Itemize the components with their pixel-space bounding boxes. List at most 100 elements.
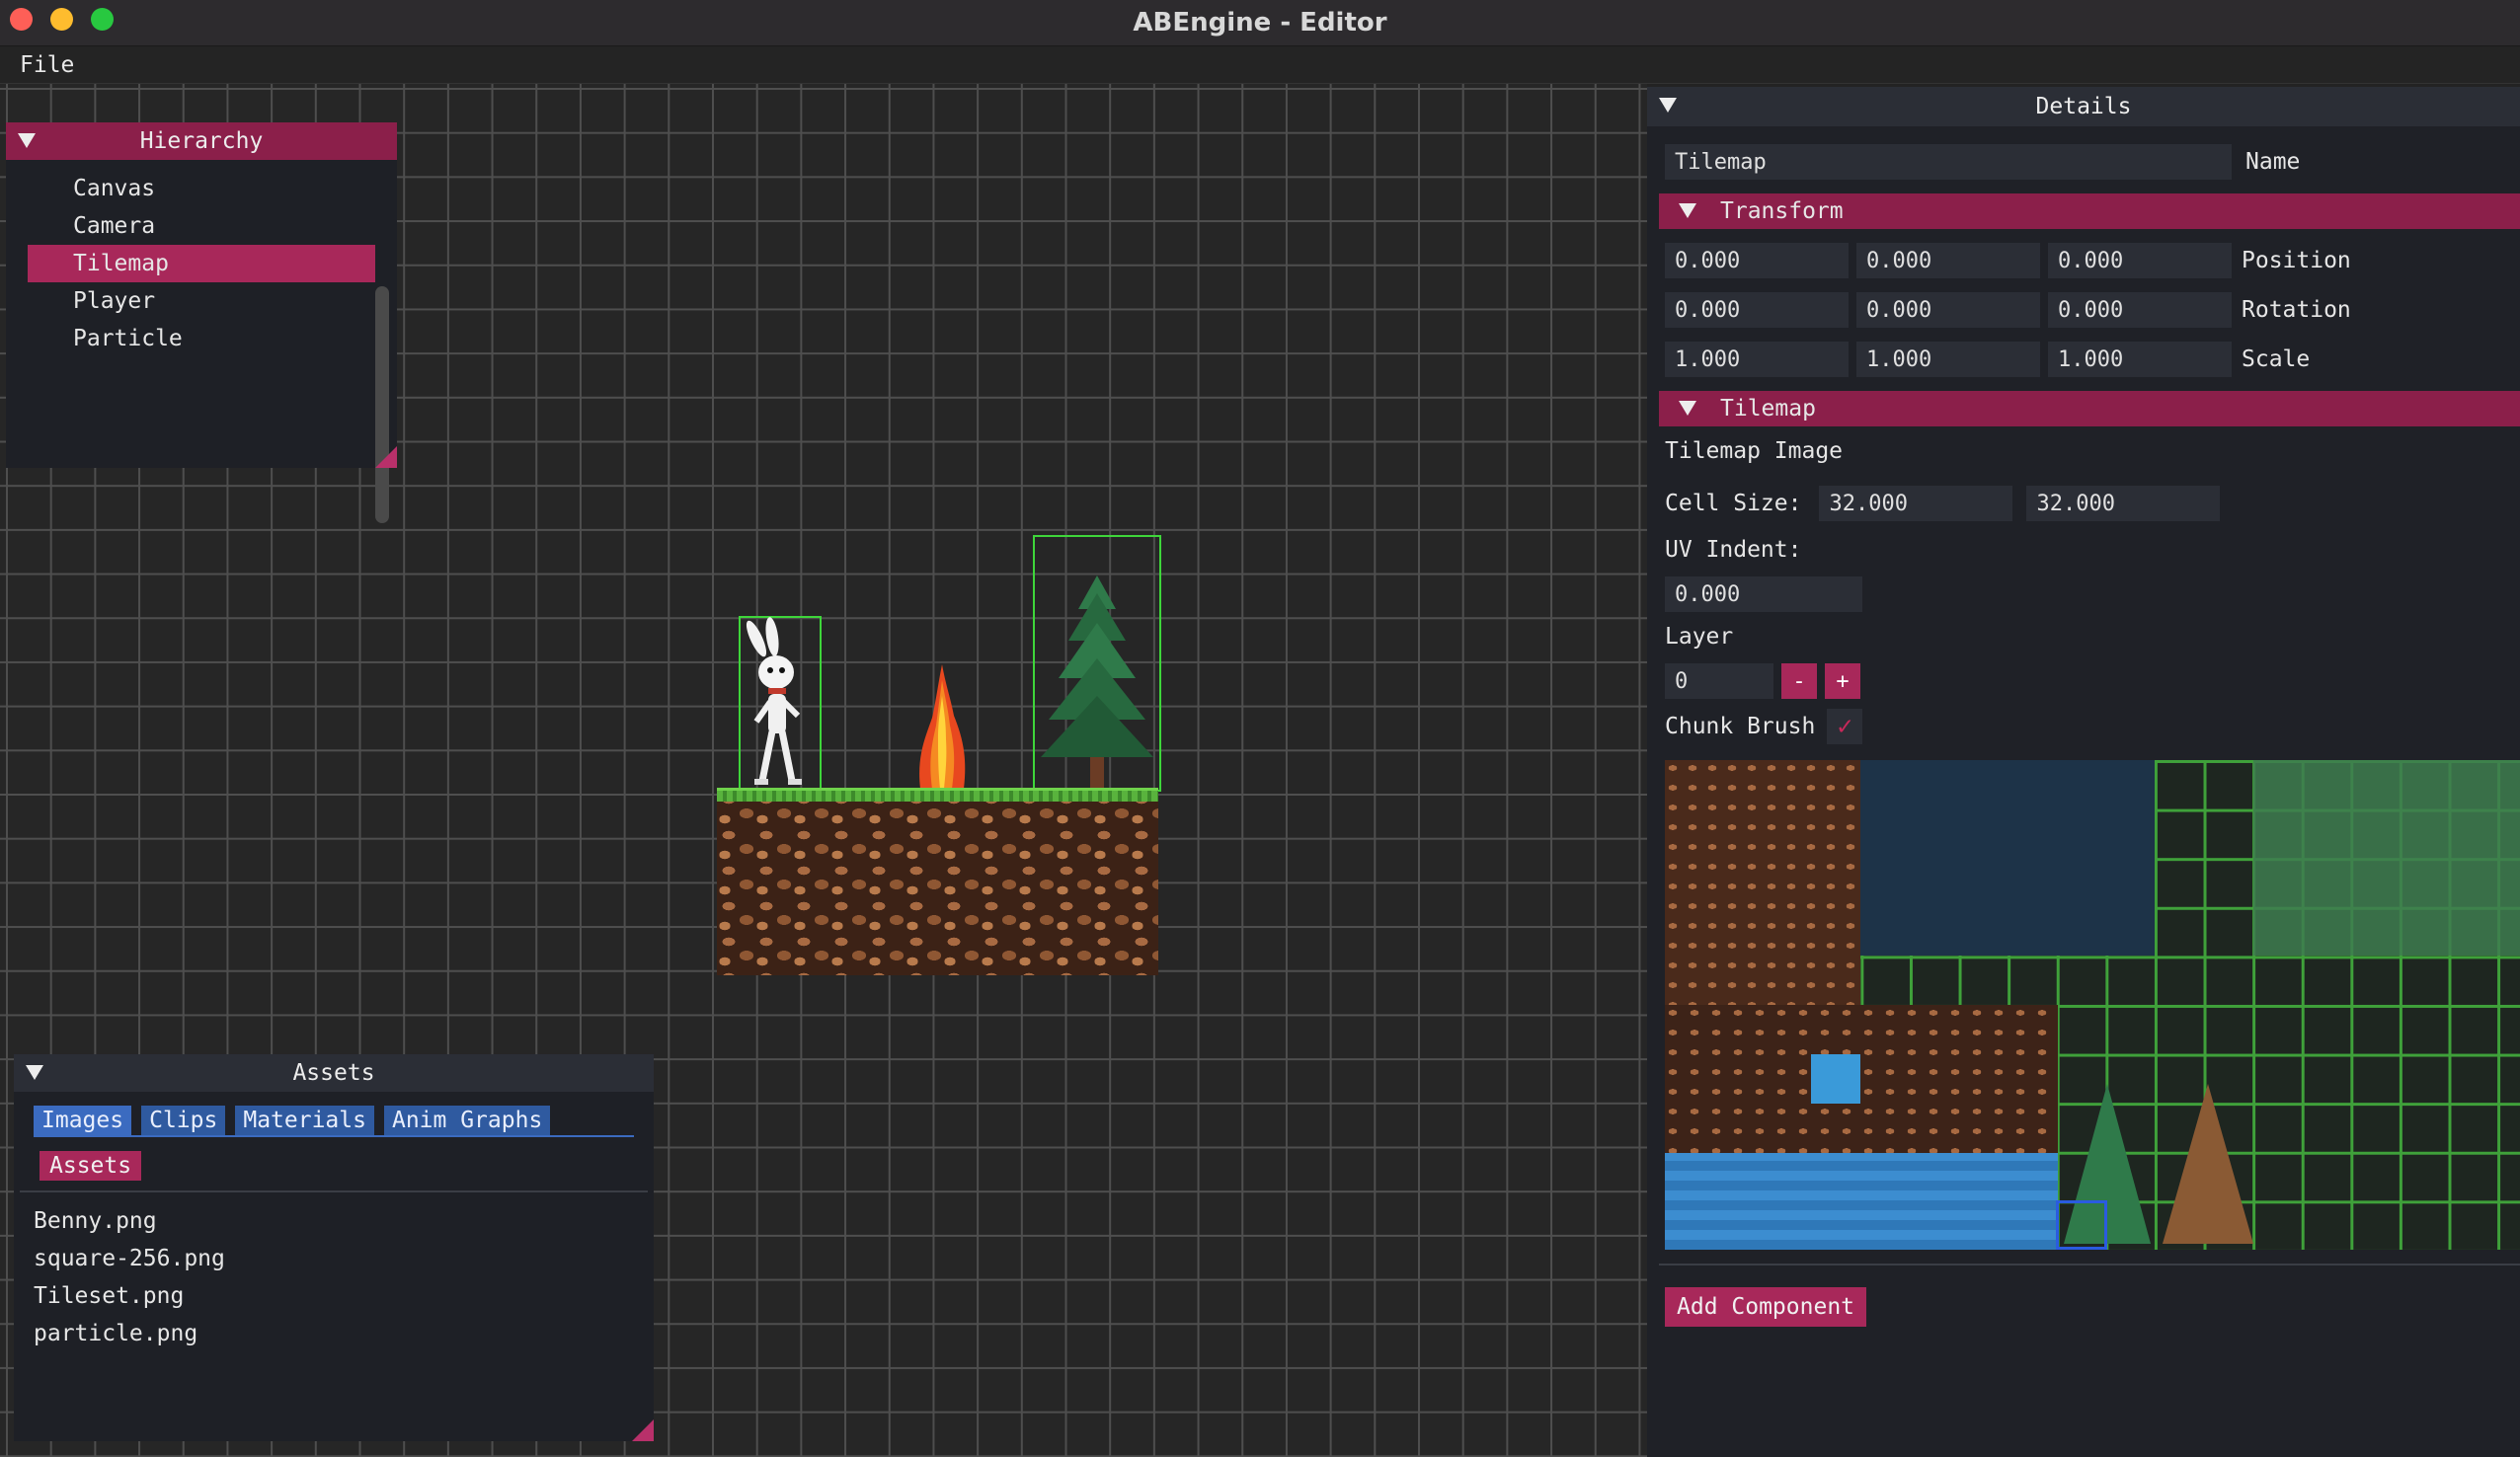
hierarchy-item-player[interactable]: Player [6,282,397,320]
tab-anim-graphs[interactable]: Anim Graphs [383,1106,551,1135]
details-title: Details [2035,94,2132,119]
uv-indent-label: UV Indent: [1665,537,1802,563]
minimize-window-button[interactable] [50,8,73,31]
hierarchy-item-camera[interactable]: Camera [6,207,397,245]
tab-clips[interactable]: Clips [141,1106,226,1135]
chunk-brush-label: Chunk Brush [1665,714,1816,739]
maximize-window-button[interactable] [91,8,114,31]
details-header[interactable]: Details [1647,87,2520,126]
position-z-field[interactable]: 0.000 [2048,243,2232,278]
tileset-water-tiles [1860,760,2155,956]
uv-indent-field[interactable]: 0.000 [1665,576,1862,612]
tab-images[interactable]: Images [34,1106,132,1135]
checkmark-icon: ✓ [1837,712,1853,741]
scale-z-field[interactable]: 1.000 [2048,342,2232,377]
transform-section-header[interactable]: Transform [1659,193,2520,229]
rotation-x-field[interactable]: 0.000 [1665,292,1849,328]
window-title: ABEngine - Editor [1133,8,1387,38]
title-bar: ABEngine - Editor [0,0,2520,46]
tab-materials[interactable]: Materials [235,1106,374,1135]
chunk-brush-checkbox[interactable]: ✓ [1827,709,1863,744]
uv-indent-row: 0.000 [1665,576,1862,612]
hierarchy-resize-grip[interactable] [375,446,397,468]
position-row: 0.000 0.000 0.000 Position [1665,243,2351,278]
position-y-field[interactable]: 0.000 [1856,243,2040,278]
name-input[interactable]: Tilemap [1665,144,2232,180]
asset-file-item[interactable]: Tileset.png [14,1277,654,1315]
breadcrumb-assets-button[interactable]: Assets [39,1151,142,1181]
tileset-rock-tiles [1665,1005,2058,1153]
asset-file-list: Benny.png square-256.png Tileset.png par… [14,1192,654,1352]
asset-file-item[interactable]: particle.png [14,1315,654,1352]
rotation-z-field[interactable]: 0.000 [2048,292,2232,328]
grass-strip [717,788,1158,802]
cell-size-y-field[interactable]: 32.000 [2026,486,2221,521]
rotation-label: Rotation [2242,297,2351,323]
assets-title: Assets [292,1060,375,1086]
assets-tab-row: Images Clips Materials Anim Graphs [14,1092,654,1135]
tileset-dirt-tiles [1665,760,1860,1005]
rotation-row: 0.000 0.000 0.000 Rotation [1665,292,2351,328]
tilemap-header-label: Tilemap [1720,396,1816,422]
cell-size-row: Cell Size: 32.000 32.000 [1665,486,2221,521]
scale-x-field[interactable]: 1.000 [1665,342,1849,377]
cell-size-x-field[interactable]: 32.000 [1819,486,2013,521]
transform-header-label: Transform [1720,198,1844,224]
hierarchy-item-particle[interactable]: Particle [6,320,397,357]
collapse-triangle-icon[interactable] [1659,98,1677,113]
tree-sprite [1041,575,1153,789]
cell-size-label: Cell Size: [1665,491,1802,516]
assets-panel: Assets Images Clips Materials Anim Graph… [14,1054,654,1441]
uv-indent-label-row: UV Indent: [1665,537,1801,563]
menu-file[interactable]: File [0,52,94,78]
layer-decrement-button[interactable]: - [1781,663,1817,699]
ground-tiles [717,790,1158,975]
scale-y-field[interactable]: 1.000 [1856,342,2040,377]
hierarchy-item-canvas[interactable]: Canvas [6,170,397,207]
chunk-brush-row: Chunk Brush ✓ [1665,709,1863,744]
tilemap-section-header[interactable]: Tilemap [1659,391,2520,426]
player-sprite [746,617,802,785]
details-divider [1659,1264,2520,1265]
assets-resize-grip[interactable] [632,1419,654,1441]
tileset-bush-tiles [2253,760,2520,956]
hierarchy-item-tilemap[interactable]: Tilemap [28,245,375,282]
collapse-triangle-icon[interactable] [18,133,36,148]
tileset-palette[interactable] [1665,760,2520,1250]
hierarchy-title: Hierarchy [139,128,264,154]
tileset-river-tiles [1665,1153,2058,1250]
asset-file-item[interactable]: square-256.png [14,1240,654,1277]
details-panel: Details Tilemap Name Transform 0.000 0.0… [1647,87,2520,1457]
assets-breadcrumb: Assets [20,1137,648,1192]
name-label: Name [2245,149,2301,175]
asset-file-item[interactable]: Benny.png [14,1202,654,1240]
collapse-triangle-icon[interactable] [1679,401,1696,416]
scale-row: 1.000 1.000 1.000 Scale [1665,342,2310,377]
particle-sprite [919,664,966,789]
tilemap-image-label: Tilemap Image [1665,438,1844,464]
window-controls [10,8,114,31]
layer-label-row: Layer [1665,624,1733,650]
scale-label: Scale [2242,346,2311,372]
assets-header[interactable]: Assets [14,1054,654,1092]
hierarchy-panel: Hierarchy Canvas Camera Tilemap Player P… [6,122,397,523]
position-x-field[interactable]: 0.000 [1665,243,1849,278]
hierarchy-scrollbar[interactable] [375,286,389,523]
tileset-selected-cell [2056,1200,2107,1250]
collapse-triangle-icon[interactable] [1679,203,1696,218]
layer-label: Layer [1665,624,1734,650]
layer-row: 0 - + [1665,663,1860,699]
layer-increment-button[interactable]: + [1825,663,1860,699]
rotation-y-field[interactable]: 0.000 [1856,292,2040,328]
name-row: Tilemap Name [1665,144,2300,180]
tileset-water-tile [1811,1054,1860,1104]
menu-bar: File [0,46,2520,84]
layer-field[interactable]: 0 [1665,663,1773,699]
tilemap-image-row: Tilemap Image [1665,438,1843,464]
hierarchy-header[interactable]: Hierarchy [6,122,397,160]
close-window-button[interactable] [10,8,33,31]
collapse-triangle-icon[interactable] [26,1065,43,1080]
hierarchy-list: Canvas Camera Tilemap Player Particle [6,160,397,357]
position-label: Position [2242,248,2351,273]
add-component-button[interactable]: Add Component [1665,1287,1867,1327]
